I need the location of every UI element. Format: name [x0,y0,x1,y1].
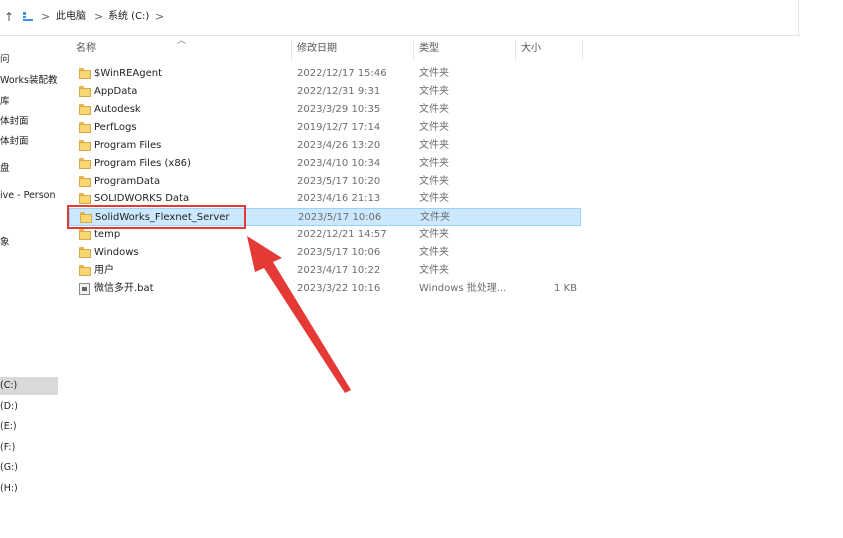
annotation-arrow [247,236,351,393]
